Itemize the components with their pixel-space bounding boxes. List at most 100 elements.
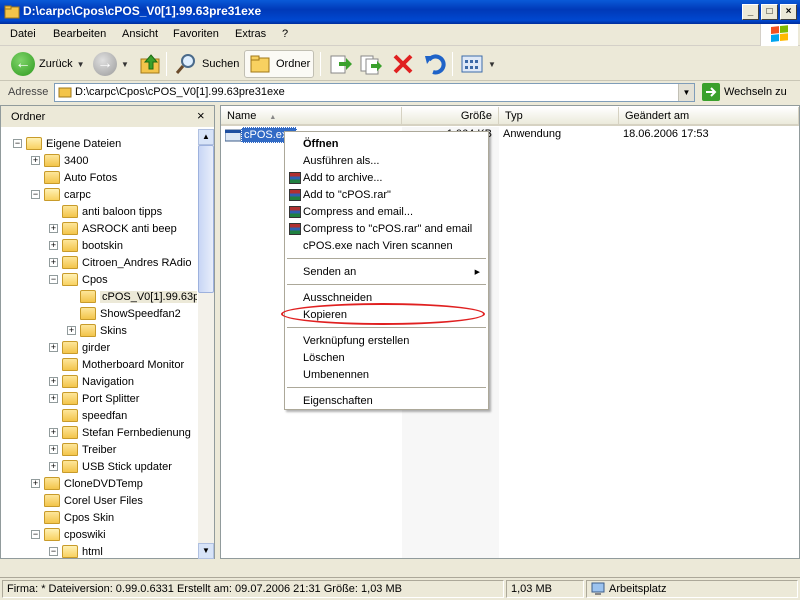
back-button[interactable]: ← Zurück ▼ bbox=[8, 50, 88, 78]
column-header-name[interactable]: Name ▲ bbox=[221, 107, 402, 126]
address-value: D:\carpc\Cpos\cPOS_V0[1].99.63pre31exe bbox=[75, 86, 285, 98]
expand-icon[interactable]: + bbox=[49, 462, 58, 471]
menu-ansicht[interactable]: Ansicht bbox=[122, 28, 158, 40]
copy-to-button[interactable] bbox=[356, 50, 386, 78]
scroll-thumb[interactable] bbox=[198, 145, 214, 293]
forward-button[interactable]: → ▼ bbox=[90, 50, 132, 78]
tree-item[interactable]: +3400 bbox=[31, 152, 88, 169]
tree-item[interactable]: + Citroen_Andres RAdio bbox=[49, 254, 191, 271]
my-documents-icon bbox=[26, 137, 42, 150]
tree-item[interactable]: anti baloon tipps bbox=[49, 203, 162, 220]
tree-item[interactable]: − html bbox=[49, 543, 103, 559]
folder-pane: Ordner × − Eigene Dateien +3400 Auto Fotos −… bbox=[0, 105, 215, 559]
window-title: D:\carpc\Cpos\cPOS_V0[1].99.63pre31exe bbox=[23, 4, 262, 18]
maximize-button[interactable]: □ bbox=[761, 4, 778, 20]
context-menu-item[interactable]: cPOS.exe nach Viren scannen bbox=[287, 237, 486, 254]
tree-item[interactable]: Cpos Skin bbox=[31, 509, 114, 526]
collapse-icon[interactable]: − bbox=[13, 139, 22, 148]
tree-item[interactable]: + USB Stick updater bbox=[49, 458, 172, 475]
context-menu-item[interactable]: Compress to "cPOS.rar" and email bbox=[287, 220, 486, 237]
chevron-down-icon[interactable]: ▼ bbox=[488, 60, 496, 69]
expand-icon[interactable]: + bbox=[49, 343, 58, 352]
vertical-scrollbar[interactable]: ▲ ▼ bbox=[198, 129, 214, 559]
delete-button[interactable] bbox=[388, 50, 418, 78]
expand-icon[interactable]: + bbox=[31, 479, 40, 488]
scroll-up-arrow-icon[interactable]: ▲ bbox=[198, 129, 214, 145]
search-button[interactable]: Suchen bbox=[171, 50, 242, 78]
expand-icon[interactable]: + bbox=[49, 241, 58, 250]
context-menu-item[interactable]: Löschen bbox=[287, 349, 486, 366]
tree-item[interactable]: ShowSpeedfan2 bbox=[67, 305, 181, 322]
menu-extras[interactable]: Extras bbox=[235, 28, 266, 40]
context-menu-item[interactable]: Eigenschaften bbox=[287, 392, 486, 409]
up-button[interactable] bbox=[136, 50, 166, 78]
expand-icon[interactable]: + bbox=[49, 258, 58, 267]
title-bar[interactable]: D:\carpc\Cpos\cPOS_V0[1].99.63pre31exe _… bbox=[0, 0, 800, 24]
tree-item[interactable]: − Cpos bbox=[49, 271, 108, 288]
address-input[interactable]: D:\carpc\Cpos\cPOS_V0[1].99.63pre31exe ▼ bbox=[54, 83, 695, 102]
folders-button[interactable]: Ordner bbox=[244, 50, 315, 78]
context-menu-item[interactable]: Senden an ▶ bbox=[287, 263, 486, 280]
column-header-type[interactable]: Typ bbox=[499, 107, 619, 126]
context-menu-item[interactable]: Öffnen bbox=[287, 135, 486, 152]
tree-item[interactable]: + Stefan Fernbedienung bbox=[49, 424, 191, 441]
folder-icon bbox=[62, 273, 78, 286]
column-header-size[interactable]: Größe bbox=[402, 107, 499, 126]
undo-button[interactable] bbox=[420, 50, 450, 78]
go-button[interactable]: Wechseln zu bbox=[702, 83, 787, 101]
move-to-button[interactable] bbox=[326, 50, 356, 78]
scroll-down-arrow-icon[interactable]: ▼ bbox=[198, 543, 214, 559]
close-button[interactable]: × bbox=[780, 4, 797, 20]
minimize-button[interactable]: _ bbox=[742, 4, 759, 20]
menu-datei[interactable]: Datei bbox=[10, 28, 36, 40]
context-menu-item-label: Senden an bbox=[303, 265, 357, 278]
collapse-icon[interactable]: − bbox=[31, 530, 40, 539]
folder-icon bbox=[44, 188, 60, 201]
menu-bearbeiten[interactable]: Bearbeiten bbox=[53, 28, 106, 40]
expand-icon[interactable]: + bbox=[31, 156, 40, 165]
menu-favoriten[interactable]: Favoriten bbox=[173, 28, 219, 40]
file-modified: 18.06.2006 17:53 bbox=[623, 128, 709, 140]
context-menu-item[interactable]: Add to "cPOS.rar" bbox=[287, 186, 486, 203]
tree-item[interactable]: Corel User Files bbox=[31, 492, 143, 509]
copy-to-icon bbox=[360, 55, 382, 75]
tree-item[interactable]: − Eigene Dateien bbox=[13, 135, 121, 152]
expand-icon[interactable]: + bbox=[49, 445, 58, 454]
column-header-modified[interactable]: Geändert am bbox=[619, 107, 799, 126]
context-menu-item[interactable]: Umbenennen bbox=[287, 366, 486, 383]
tree-item[interactable]: − cposwiki bbox=[31, 526, 106, 543]
tree-item[interactable]: speedfan bbox=[49, 407, 127, 424]
collapse-icon[interactable]: − bbox=[49, 547, 58, 556]
collapse-icon[interactable]: − bbox=[49, 275, 58, 284]
context-menu-item[interactable]: Add to archive... bbox=[287, 169, 486, 186]
close-icon[interactable]: × bbox=[197, 108, 205, 123]
tree-item[interactable]: Motherboard Monitor bbox=[49, 356, 184, 373]
context-menu-item[interactable]: Verknüpfung erstellen bbox=[287, 332, 486, 349]
expand-icon[interactable]: + bbox=[49, 394, 58, 403]
tree-item[interactable]: + Navigation bbox=[49, 373, 134, 390]
views-button[interactable]: ▼ bbox=[457, 50, 499, 78]
chevron-down-icon[interactable]: ▼ bbox=[121, 60, 129, 69]
chevron-down-icon[interactable]: ▼ bbox=[678, 84, 694, 101]
tree-item[interactable]: + CloneDVDTemp bbox=[31, 475, 143, 492]
tree-item[interactable]: + bootskin bbox=[49, 237, 123, 254]
collapse-icon[interactable]: − bbox=[31, 190, 40, 199]
folder-icon bbox=[62, 460, 78, 473]
tree-item[interactable]: + girder bbox=[49, 339, 110, 356]
tree-item[interactable]: − carpc bbox=[31, 186, 91, 203]
tree-item[interactable]: + ASROCK anti beep bbox=[49, 220, 177, 237]
tree-item[interactable]: Auto Fotos bbox=[31, 169, 117, 186]
expand-icon[interactable]: + bbox=[49, 428, 58, 437]
tree-item[interactable]: + Port Splitter bbox=[49, 390, 139, 407]
tree-item[interactable]: + Treiber bbox=[49, 441, 116, 458]
chevron-down-icon[interactable]: ▼ bbox=[77, 60, 85, 69]
context-menu-item[interactable]: Compress and email... bbox=[287, 203, 486, 220]
menu-help[interactable]: ? bbox=[282, 28, 288, 40]
context-menu-item[interactable]: Ausführen als... bbox=[287, 152, 486, 169]
tree-item[interactable]: + Skins bbox=[67, 322, 127, 339]
tree-item[interactable]: cPOS_V0[1].99.63p bbox=[67, 288, 197, 305]
context-menu-item-label: Eigenschaften bbox=[303, 394, 373, 407]
expand-icon[interactable]: + bbox=[67, 326, 76, 335]
expand-icon[interactable]: + bbox=[49, 377, 58, 386]
expand-icon[interactable]: + bbox=[49, 224, 58, 233]
